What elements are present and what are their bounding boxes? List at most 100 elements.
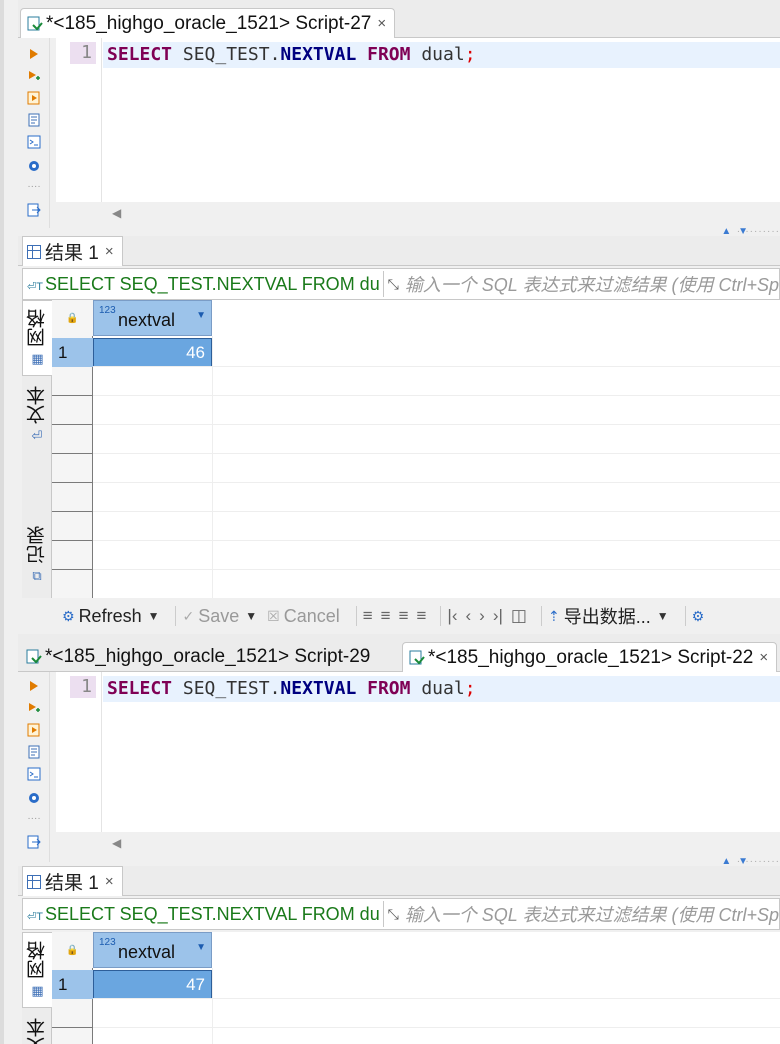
- sql-line[interactable]: SELECT SEQ_TEST.NEXTVAL FROM dual;: [103, 42, 780, 68]
- text-view-icon: ⏎: [31, 428, 43, 443]
- sql-table: dual: [421, 44, 465, 65]
- close-icon[interactable]: ×: [105, 243, 114, 260]
- gear-icon[interactable]: [26, 158, 42, 174]
- grid-line: [93, 540, 780, 541]
- execute-statement-icon[interactable]: [26, 46, 42, 62]
- query-text[interactable]: ⏎T SELECT SEQ_TEST.NEXTVAL FROM dua: [23, 274, 379, 295]
- editor-tab-script-22[interactable]: *<185_highgo_oracle_1521> Script-22 ×: [402, 642, 778, 672]
- fetch-all-icon[interactable]: ◫: [511, 606, 527, 626]
- export-icon[interactable]: [26, 202, 42, 218]
- tab-text[interactable]: 文本 ⏎: [22, 386, 52, 448]
- row-divider: [52, 482, 93, 483]
- copy-row-icon[interactable]: ≡: [399, 606, 409, 626]
- sql-keyword: FROM: [367, 678, 411, 699]
- expand-icon[interactable]: ⤡: [388, 906, 399, 923]
- result-grid-area: 网格 ▦ 文本 🔒 1 123 nextval ▼ 47: [22, 932, 780, 1044]
- refresh-button[interactable]: ⚙ Refresh ▼: [62, 606, 159, 627]
- scroll-left-icon[interactable]: ◀: [112, 206, 121, 220]
- divider: [355, 606, 357, 626]
- sql-line[interactable]: SELECT SEQ_TEST.NEXTVAL FROM dual;: [103, 676, 780, 702]
- tab-grid[interactable]: 网格 ▦: [22, 300, 52, 376]
- execute-statement-icon[interactable]: [26, 678, 42, 694]
- explain-plan-icon[interactable]: [26, 744, 42, 760]
- cancel-button[interactable]: ☒ Cancel: [267, 606, 340, 627]
- filter-input[interactable]: 输入一个 SQL 表达式来过滤结果 (使用 Ctrl+Sp: [405, 271, 779, 297]
- query-text[interactable]: ⏎T SELECT SEQ_TEST.NEXTVAL FROM dua: [23, 904, 379, 925]
- close-icon[interactable]: ×: [377, 15, 386, 32]
- sql-script-icon: [409, 650, 425, 664]
- editor-tab-label: *<185_highgo_oracle_1521> Script-27: [46, 12, 372, 34]
- chevron-down-icon[interactable]: ▼: [245, 609, 257, 623]
- save-button[interactable]: ✓ Save ▼: [182, 606, 257, 627]
- terminal-icon[interactable]: [26, 766, 42, 782]
- close-icon[interactable]: ×: [105, 873, 114, 890]
- divider: [684, 606, 686, 626]
- sql-semicolon: ;: [464, 678, 476, 699]
- export-icon[interactable]: [26, 834, 42, 850]
- terminal-icon[interactable]: [26, 134, 42, 150]
- row-number[interactable]: 1: [52, 338, 93, 367]
- expand-icon[interactable]: ⤡: [388, 276, 399, 293]
- previous-page-icon[interactable]: ‹: [466, 606, 472, 626]
- grid-line: [93, 1027, 780, 1028]
- execute-statement-new-tab-icon[interactable]: [26, 700, 42, 716]
- editor-tab-script-29[interactable]: *<185_highgo_oracle_1521> Script-29: [20, 642, 378, 672]
- editor-tab-strip: *<185_highgo_oracle_1521> Script-27 ×: [18, 0, 780, 38]
- add-row-icon[interactable]: ≡: [381, 606, 391, 626]
- result-tab-strip: 结果 1 ×: [18, 236, 780, 266]
- result-tab-1[interactable]: 结果 1 ×: [22, 236, 123, 266]
- sql-keyword: FROM: [367, 44, 411, 65]
- sql-editor[interactable]: 1 SELECT SEQ_TEST.NEXTVAL FROM dual;: [56, 672, 780, 832]
- export-data-button[interactable]: ⇡ 导出数据... ▼: [548, 603, 669, 629]
- sql-keyword: SELECT: [107, 44, 173, 65]
- next-page-icon[interactable]: ›: [479, 606, 485, 626]
- tab-text[interactable]: 文本: [22, 1018, 52, 1044]
- filter-input[interactable]: 输入一个 SQL 表达式来过滤结果 (使用 Ctrl+Sp: [405, 901, 779, 927]
- grid-icon: [27, 244, 41, 259]
- gear-icon[interactable]: [26, 790, 42, 806]
- sort-icon[interactable]: ▼: [196, 942, 206, 953]
- delete-row-icon[interactable]: ≡: [417, 606, 427, 626]
- sql-pseudocolumn: NEXTVAL: [280, 678, 357, 699]
- last-page-icon[interactable]: ›|: [493, 606, 503, 626]
- sort-icon[interactable]: ▼: [196, 310, 206, 321]
- editor-tab-label: *<185_highgo_oracle_1521> Script-29: [45, 646, 371, 667]
- editor-hscrollbar[interactable]: ◀: [56, 832, 780, 856]
- row-divider: [52, 540, 93, 541]
- table-cell[interactable]: 46: [93, 338, 212, 367]
- execute-script-icon[interactable]: [26, 90, 42, 106]
- edit-cell-icon[interactable]: ≡: [363, 606, 373, 626]
- table-cell[interactable]: 47: [93, 970, 212, 999]
- grid-line: [93, 482, 780, 483]
- editor-hscrollbar[interactable]: ◀: [56, 202, 780, 226]
- divider: [540, 606, 542, 626]
- numeric-type-icon: 123: [99, 305, 116, 316]
- more-icon[interactable]: ····: [26, 178, 42, 194]
- result-tab-label: 结果 1: [45, 873, 99, 894]
- lock-icon: 🔒: [52, 932, 93, 968]
- check-icon: ✓: [182, 607, 195, 624]
- execute-script-icon[interactable]: [26, 722, 42, 738]
- tab-grid[interactable]: 网格 ▦: [22, 932, 52, 1008]
- tab-record[interactable]: 记录 ⧉: [22, 526, 52, 592]
- row-divider: [52, 424, 93, 425]
- explain-plan-icon[interactable]: [26, 112, 42, 128]
- column-header-nextval[interactable]: 123 nextval ▼: [93, 932, 212, 968]
- editor-tab-script-27[interactable]: *<185_highgo_oracle_1521> Script-27 ×: [20, 8, 396, 38]
- result-tab-1[interactable]: 结果 1 ×: [22, 866, 123, 896]
- chevron-down-icon[interactable]: ▼: [657, 609, 669, 623]
- chevron-down-icon[interactable]: ▼: [148, 609, 160, 623]
- scroll-left-icon[interactable]: ◀: [112, 836, 121, 850]
- gear-icon[interactable]: ⚙: [692, 608, 709, 625]
- filter-bar: ⏎T SELECT SEQ_TEST.NEXTVAL FROM dua ⤡ 输入一…: [22, 268, 780, 300]
- execute-statement-new-tab-icon[interactable]: [26, 68, 42, 84]
- first-page-icon[interactable]: |‹: [447, 606, 457, 626]
- close-icon[interactable]: ×: [759, 649, 768, 666]
- divider: [382, 901, 384, 927]
- row-divider: [52, 1027, 93, 1028]
- numeric-type-icon: 123: [99, 937, 116, 948]
- sql-editor[interactable]: 1 SELECT SEQ_TEST.NEXTVAL FROM dual;: [56, 38, 780, 202]
- column-header-nextval[interactable]: 123 nextval ▼: [93, 300, 212, 336]
- more-icon[interactable]: ····: [26, 810, 42, 826]
- row-number[interactable]: 1: [52, 970, 93, 999]
